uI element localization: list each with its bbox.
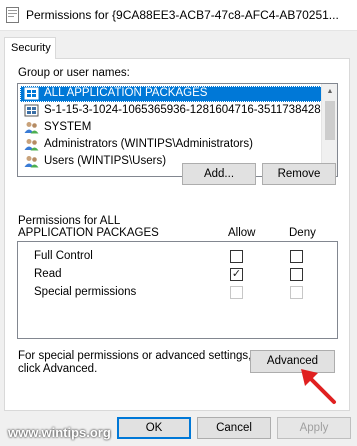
permissions-header-line1: Permissions for ALL	[18, 215, 121, 227]
deny-checkbox-read[interactable]	[290, 268, 303, 281]
dialog-body: Security Group or user names: ALL APPLIC…	[0, 31, 357, 446]
list-item[interactable]: SYSTEM	[20, 120, 323, 136]
window-title: Permissions for {9CA88EE3-ACB7-47c8-AFC4…	[26, 8, 339, 22]
permissions-header-line2: APPLICATION PACKAGES	[18, 227, 159, 239]
remove-button[interactable]: Remove	[262, 163, 336, 185]
cancel-button[interactable]: Cancel	[197, 417, 271, 439]
users-group-icon	[24, 122, 39, 134]
list-item[interactable]: ALL APPLICATION PACKAGES	[20, 86, 323, 102]
permission-row-full-control: Full Control	[18, 248, 339, 266]
list-item-label: SYSTEM	[44, 121, 92, 133]
users-group-icon	[24, 139, 39, 151]
permission-row-special: Special permissions	[18, 284, 339, 302]
permission-row-read: Read ✓	[18, 266, 339, 284]
permission-name: Special permissions	[34, 286, 137, 298]
list-item[interactable]: Administrators (WINTIPS\Administrators)	[20, 137, 323, 153]
allow-column-header: Allow	[228, 227, 256, 239]
list-item-label: Administrators (WINTIPS\Administrators)	[44, 138, 253, 150]
permission-name: Read	[34, 268, 62, 280]
list-item[interactable]: S-1-15-3-1024-1065365936-1281604716-3511…	[20, 103, 323, 119]
tab-security[interactable]: Security	[4, 37, 56, 59]
annotation-arrow-icon	[301, 369, 336, 404]
folder-icon	[6, 7, 19, 23]
allow-checkbox-full-control[interactable]	[230, 250, 243, 263]
deny-checkbox-full-control[interactable]	[290, 250, 303, 263]
capability-sid-icon	[24, 104, 39, 117]
list-item-label: Users (WINTIPS\Users)	[44, 155, 167, 167]
deny-column-header: Deny	[289, 227, 316, 239]
list-item-label: S-1-15-3-1024-1065365936-1281604716-3511…	[44, 104, 323, 116]
package-group-icon	[24, 87, 39, 100]
scroll-thumb[interactable]	[325, 101, 335, 140]
watermark: www.wintips.org	[8, 425, 111, 440]
permissions-list: Full Control Read ✓ Special permissions	[17, 241, 338, 339]
ok-button[interactable]: OK	[117, 417, 191, 439]
apply-button[interactable]: Apply	[277, 417, 351, 439]
allow-checkbox-special	[230, 286, 243, 299]
list-item-label: ALL APPLICATION PACKAGES	[44, 87, 208, 99]
permission-name: Full Control	[34, 250, 93, 262]
scroll-up-icon[interactable]: ▲	[322, 84, 337, 100]
deny-checkbox-special	[290, 286, 303, 299]
advanced-note-line2: click Advanced.	[18, 363, 98, 375]
group-list-label: Group or user names:	[18, 67, 130, 79]
allow-checkbox-read[interactable]: ✓	[230, 268, 243, 281]
users-group-icon	[24, 156, 39, 168]
title-bar: Permissions for {9CA88EE3-ACB7-47c8-AFC4…	[0, 0, 357, 31]
advanced-note-line1: For special permissions or advanced sett…	[18, 350, 252, 362]
add-button[interactable]: Add...	[182, 163, 256, 185]
